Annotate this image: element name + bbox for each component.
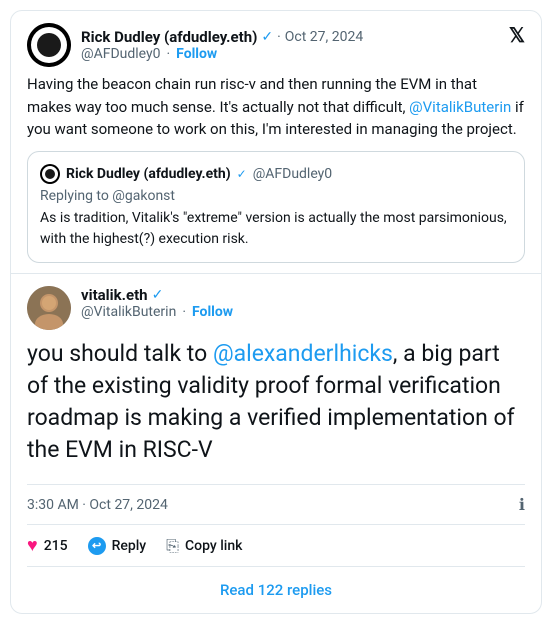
copy-link-action[interactable]: ⎘ Copy link: [166, 536, 242, 556]
likes-count: 215: [44, 538, 68, 554]
vitalik-avatar: [27, 286, 71, 330]
read-replies-button[interactable]: Read 122 replies: [27, 567, 525, 613]
timestamp-row: 3:30 AM · Oct 27, 2024 ℹ: [27, 484, 525, 525]
tweet-container: Rick Dudley (afdudley.eth) ✓ · Oct 27, 2…: [10, 10, 542, 614]
dot-sep-1: ·: [277, 29, 281, 45]
heart-icon: ♥: [27, 535, 38, 556]
quoted-tweet: Rick Dudley (afdudley.eth) ✓ @AFDudley0 …: [27, 151, 525, 263]
reply-icon: ↩: [88, 537, 106, 555]
rick-verified-icon: ✓: [261, 29, 273, 45]
vitalik-tweet-body: you should talk to @alexanderlhicks, a b…: [27, 338, 525, 471]
quoted-verified-icon: ✓: [237, 167, 247, 181]
vitalik-handle: @VitalikButerin: [81, 304, 176, 320]
vitalik-user-name: vitalik.eth: [81, 286, 148, 304]
second-tweet: vitalik.eth ✓ @VitalikButerin · Follow y…: [11, 274, 541, 614]
tweet-timestamp: 3:30 AM · Oct 27, 2024: [27, 497, 168, 513]
actions-row: ♥ 215 ↩ Reply ⎘ Copy link: [27, 525, 525, 567]
first-tweet: Rick Dudley (afdudley.eth) ✓ · Oct 27, 2…: [11, 11, 541, 274]
copy-link-label: Copy link: [185, 538, 242, 554]
likes-action[interactable]: ♥ 215: [27, 535, 68, 556]
alexanderlhicks-mention[interactable]: @alexanderlhicks: [213, 340, 393, 367]
rick-user-name: Rick Dudley (afdudley.eth): [81, 28, 257, 46]
copy-link-icon: ⎘: [166, 536, 179, 556]
quoted-handle: @AFDudley0: [253, 166, 332, 182]
rick-tweet-body: Having the beacon chain run risc-v and t…: [27, 73, 525, 141]
vitalik-follow-link[interactable]: Follow: [192, 304, 233, 320]
vitalik-tweet-header: vitalik.eth ✓ @VitalikButerin · Follow: [27, 286, 525, 330]
quoted-tweet-body: As is tradition, Vitalik's "extreme" ver…: [40, 208, 512, 250]
reply-action[interactable]: ↩ Reply: [88, 537, 147, 555]
x-logo[interactable]: 𝕏: [509, 23, 525, 47]
rick-handle: @AFDudley0: [81, 46, 160, 62]
vitalik-verified-icon: ✓: [152, 287, 164, 303]
vitalik-avatar-svg: [27, 286, 71, 330]
quoted-tweet-header: Rick Dudley (afdudley.eth) ✓ @AFDudley0: [40, 164, 512, 184]
rick-follow-link[interactable]: Follow: [176, 46, 217, 62]
quoted-user-name: Rick Dudley (afdudley.eth): [66, 166, 231, 182]
quoted-replying-to: Replying to @gakonst: [40, 188, 512, 204]
vitalik-mention[interactable]: @VitalikButerin: [409, 98, 511, 116]
rick-user-info: Rick Dudley (afdudley.eth) ✓ · Oct 27, 2…: [81, 28, 363, 62]
reply-label: Reply: [112, 538, 147, 554]
rick-tweet-date: Oct 27, 2024: [285, 29, 363, 45]
first-tweet-header: Rick Dudley (afdudley.eth) ✓ · Oct 27, 2…: [27, 23, 525, 67]
rick-avatar: [27, 23, 71, 67]
info-icon[interactable]: ℹ: [519, 495, 525, 514]
vitalik-user-info: vitalik.eth ✓ @VitalikButerin · Follow: [81, 286, 233, 320]
quoted-avatar: [40, 164, 60, 184]
